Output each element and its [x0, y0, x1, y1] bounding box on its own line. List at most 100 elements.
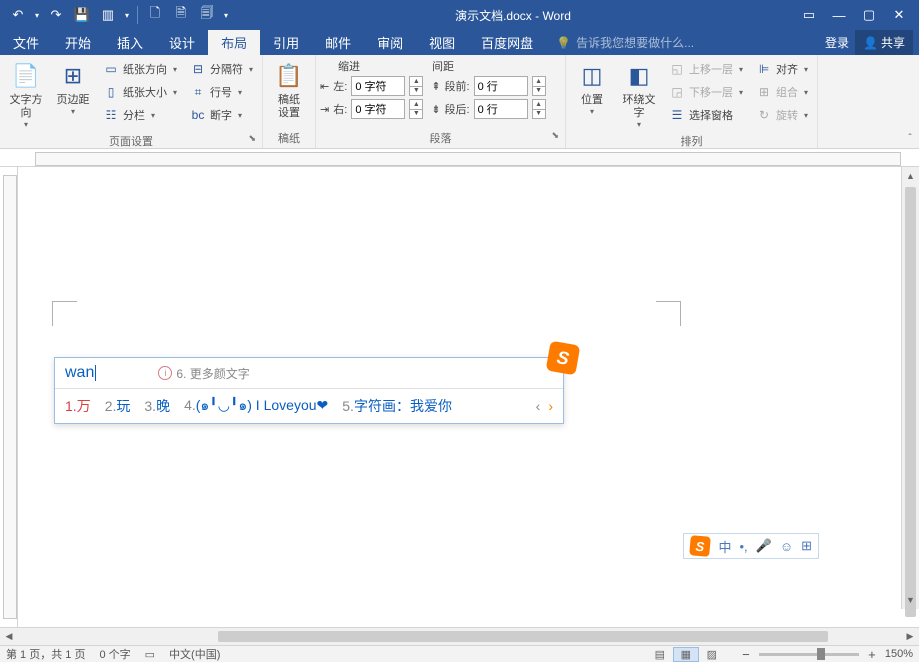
- qat-button-7[interactable]: 🗐: [195, 3, 219, 27]
- save-button[interactable]: 💾: [70, 3, 94, 27]
- ime-candidate-2[interactable]: 2.玩: [105, 396, 131, 416]
- selection-pane-button[interactable]: ☰选择窗格: [664, 104, 748, 126]
- zoom-slider-track[interactable]: [759, 653, 859, 656]
- ime-toolbar: S 中 •, 🎤 ☺ ⊞: [683, 533, 819, 559]
- status-language[interactable]: 中文(中国): [169, 646, 220, 662]
- tab-home[interactable]: 开始: [52, 30, 104, 55]
- minimize-button[interactable]: —: [825, 3, 853, 27]
- vertical-ruler[interactable]: [0, 167, 18, 627]
- ime-punct-toggle[interactable]: •,: [739, 539, 747, 554]
- qat-button-6[interactable]: 🗎: [169, 3, 193, 27]
- align-button[interactable]: ⊫对齐▾: [751, 58, 813, 80]
- scroll-down-button[interactable]: ▼: [902, 591, 919, 609]
- ime-more-option[interactable]: i6. 更多颜文字: [158, 365, 249, 382]
- sogou-toolbar-logo-icon[interactable]: S: [690, 535, 712, 557]
- close-button[interactable]: ✕: [885, 3, 913, 27]
- share-button[interactable]: 👤 共享: [855, 30, 913, 55]
- page-canvas[interactable]: S wan i6. 更多颜文字 1.万 2.玩 3.晚 4.(๑╹◡╹๑) I …: [18, 167, 901, 609]
- spacing-after-spinner[interactable]: ▲▼: [532, 99, 546, 119]
- ribbon-options-button[interactable]: ▭: [795, 3, 823, 27]
- undo-button[interactable]: ↶: [6, 3, 30, 27]
- scroll-right-button[interactable]: ▶: [901, 628, 919, 645]
- breaks-label: 分隔符: [210, 61, 243, 77]
- spacing-before-input[interactable]: [474, 76, 528, 96]
- ime-emoji-button[interactable]: ☺: [780, 539, 793, 554]
- redo-button[interactable]: ↷: [44, 3, 68, 27]
- tab-baidu[interactable]: 百度网盘: [468, 30, 546, 55]
- text-direction-button[interactable]: 📄 文字方向 ▾: [4, 58, 48, 131]
- tab-references[interactable]: 引用: [260, 30, 312, 55]
- ime-prev-page[interactable]: ‹: [536, 398, 541, 414]
- size-button[interactable]: ▯纸张大小▾: [98, 81, 182, 103]
- indent-right-spinner[interactable]: ▲▼: [409, 99, 423, 119]
- status-words[interactable]: 0 个字: [99, 646, 130, 662]
- tab-mailings[interactable]: 邮件: [312, 30, 364, 55]
- columns-button[interactable]: ☷分栏▾: [98, 104, 182, 126]
- view-print-layout[interactable]: ▦: [673, 647, 699, 662]
- ime-candidate-5[interactable]: 5.字符画：我爱你: [342, 396, 452, 416]
- tell-me-search[interactable]: 💡 告诉我您想要做什么...: [546, 30, 825, 55]
- horizontal-ruler[interactable]: [0, 149, 919, 167]
- login-link[interactable]: 登录: [825, 34, 849, 51]
- spacing-after-icon: ⇟: [431, 103, 440, 116]
- status-proofing[interactable]: ▭: [145, 648, 155, 661]
- ime-lang-toggle[interactable]: 中: [718, 537, 731, 556]
- tab-file[interactable]: 文件: [0, 30, 52, 55]
- indent-right-input[interactable]: [351, 99, 405, 119]
- view-web-layout[interactable]: ▨: [699, 647, 725, 662]
- ime-more-button[interactable]: ⊞: [801, 538, 812, 554]
- share-label: 共享: [881, 34, 905, 51]
- breaks-button[interactable]: ⊟分隔符▾: [185, 58, 258, 80]
- vertical-scrollbar[interactable]: ▲ ▼: [901, 167, 919, 609]
- wrap-text-button[interactable]: ◧ 环绕文字 ▾: [617, 58, 661, 131]
- indent-left-spinner[interactable]: ▲▼: [409, 76, 423, 96]
- tab-design[interactable]: 设计: [156, 30, 208, 55]
- zoom-slider-thumb[interactable]: [817, 648, 825, 660]
- spacing-after-input[interactable]: [474, 99, 528, 119]
- margins-button[interactable]: ⊞ 页边距 ▾: [51, 58, 95, 118]
- manuscript-label: 稿纸 设置: [278, 94, 300, 120]
- spacing-after-label: 段后:: [445, 101, 470, 117]
- qat-dropdown-7[interactable]: ▾: [221, 3, 231, 27]
- ime-candidate-3[interactable]: 3.晚: [144, 396, 170, 416]
- qat-dropdown-4[interactable]: ▾: [122, 3, 132, 27]
- status-page[interactable]: 第 1 页，共 1 页: [6, 646, 85, 662]
- ime-mic-button[interactable]: 🎤: [756, 538, 772, 554]
- maximize-button[interactable]: ▢: [855, 3, 883, 27]
- zoom-in-button[interactable]: +: [865, 647, 879, 662]
- indent-left-input[interactable]: [351, 76, 405, 96]
- scroll-left-button[interactable]: ◀: [0, 628, 18, 645]
- position-button[interactable]: ◫ 位置 ▾: [570, 58, 614, 118]
- qat-button-5[interactable]: 🗋: [143, 3, 167, 27]
- dropdown-icon: ▾: [24, 120, 28, 129]
- view-read-mode[interactable]: ▤: [647, 647, 673, 662]
- ime-next-page[interactable]: ›: [548, 398, 553, 414]
- vertical-scroll-thumb[interactable]: [905, 187, 916, 617]
- tab-review[interactable]: 审阅: [364, 30, 416, 55]
- horizontal-scrollbar[interactable]: ◀ ▶: [0, 627, 919, 645]
- bring-forward-label: 上移一层: [689, 61, 733, 77]
- title-bar: ↶ ▾ ↷ 💾 ▥ ▾ 🗋 🗎 🗐 ▾ 演示文档.docx - Word ▭ —…: [0, 0, 919, 30]
- line-numbers-button[interactable]: ⌗行号▾: [185, 81, 258, 103]
- zoom-out-button[interactable]: −: [739, 647, 753, 662]
- status-bar: 第 1 页，共 1 页 0 个字 ▭ 中文(中国) ▤ ▦ ▨ − + 150%: [0, 645, 919, 662]
- spacing-before-spinner[interactable]: ▲▼: [532, 76, 546, 96]
- orientation-button[interactable]: ▭纸张方向▾: [98, 58, 182, 80]
- manuscript-button[interactable]: 📋 稿纸 设置: [267, 58, 311, 122]
- tab-layout[interactable]: 布局: [208, 30, 260, 55]
- tab-view[interactable]: 视图: [416, 30, 468, 55]
- horizontal-scroll-track[interactable]: [18, 628, 901, 645]
- collapse-ribbon-button[interactable]: ˆ: [901, 55, 919, 148]
- undo-dropdown[interactable]: ▾: [32, 3, 42, 27]
- scroll-up-button[interactable]: ▲: [902, 167, 919, 185]
- zoom-level[interactable]: 150%: [885, 648, 913, 660]
- ime-candidate-1[interactable]: 1.万: [65, 396, 91, 416]
- horizontal-scroll-thumb[interactable]: [218, 631, 828, 642]
- page-setup-launcher[interactable]: ⬊: [248, 133, 256, 144]
- tab-insert[interactable]: 插入: [104, 30, 156, 55]
- hyphenation-button[interactable]: bc断字▾: [185, 104, 258, 126]
- ime-candidate-4[interactable]: 4.(๑╹◡╹๑) I Loveyou❤: [184, 395, 328, 417]
- window-title: 演示文档.docx - Word: [231, 7, 795, 24]
- qat-button-4[interactable]: ▥: [96, 3, 120, 27]
- paragraph-launcher[interactable]: ⬊: [551, 130, 559, 141]
